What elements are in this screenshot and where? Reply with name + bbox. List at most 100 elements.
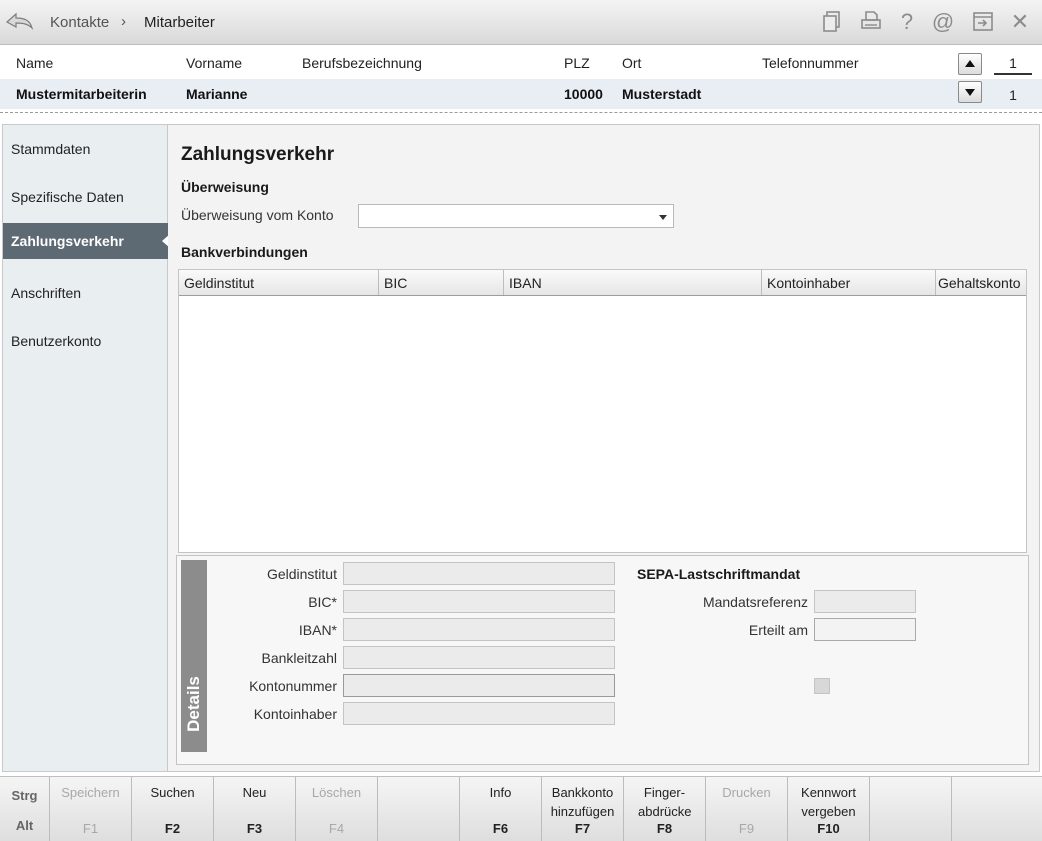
person-header: Name Vorname Berufsbezeichnung PLZ Ort T…	[0, 45, 1042, 113]
sidebar: Stammdaten Spezifische Daten Zahlungsver…	[2, 124, 170, 772]
bankleitzahl-field[interactable]	[343, 646, 615, 669]
column-header-geldinstitut[interactable]: Geldinstitut	[179, 270, 379, 295]
documents-icon[interactable]	[819, 9, 845, 35]
info-button[interactable]: Info F6	[460, 777, 542, 841]
sidebar-item-label: Stammdaten	[11, 141, 91, 157]
column-header-gehaltskonto[interactable]: Gehaltskonto	[936, 270, 1026, 295]
column-header-bic[interactable]: BIC	[379, 270, 504, 295]
table-header: Geldinstitut BIC IBAN Kontoinhaber Gehal…	[179, 270, 1026, 296]
empty-fkey-12	[952, 777, 1042, 841]
breadcrumb-mitarbeiter: Mitarbeiter	[144, 14, 215, 31]
column-berufsbezeichnung: Berufsbezeichnung	[302, 55, 422, 71]
speichern-button[interactable]: Speichern F1	[50, 777, 132, 841]
arrow-down-icon	[965, 89, 975, 96]
erteilt-am-field[interactable]	[814, 618, 916, 641]
fkey-shortcut: F9	[738, 821, 755, 836]
empty-fkey-5	[378, 777, 460, 841]
person-name: Mustermitarbeiterin	[16, 86, 147, 102]
person-vorname: Marianne	[186, 86, 248, 102]
main-panel: Zahlungsverkehr Überweisung Überweisung …	[168, 124, 1040, 772]
fkey-shortcut: F10	[817, 821, 840, 836]
export-icon[interactable]	[970, 9, 996, 35]
iban-field[interactable]	[343, 618, 615, 641]
fingerabdruecke-button[interactable]: Finger-abdrücke F8	[624, 777, 706, 841]
fkey-shortcut: F1	[82, 821, 99, 836]
sidebar-item-zahlungsverkehr[interactable]: Zahlungsverkehr	[3, 223, 170, 259]
details-tab-label: Details	[184, 676, 203, 732]
kontoinhaber-field[interactable]	[343, 702, 615, 725]
next-record-button[interactable]	[958, 81, 982, 103]
back-arrow-icon[interactable]	[4, 8, 34, 34]
column-header-kontoinhaber[interactable]: Kontoinhaber	[762, 270, 936, 295]
section-ueberweisung: Überweisung	[181, 179, 269, 195]
record-counter-top: 1	[994, 55, 1032, 75]
function-key-bar: Strg Alt Speichern F1 Suchen F2 Neu F3 L…	[0, 776, 1042, 841]
close-icon[interactable]: ✕	[1007, 9, 1033, 35]
fkey-label: Speichern	[61, 785, 120, 800]
person-row[interactable]: Mustermitarbeiterin Marianne 10000 Muste…	[0, 79, 1042, 109]
drucken-button[interactable]: Drucken F9	[706, 777, 788, 841]
column-telefonnummer: Telefonnummer	[762, 55, 859, 71]
kontonummer-field[interactable]	[343, 674, 615, 697]
modifier-strg: Strg	[11, 788, 38, 803]
person-plz: 10000	[564, 86, 603, 102]
fkey-label: Kennwort vergeben	[801, 785, 856, 819]
neu-button[interactable]: Neu F3	[214, 777, 296, 841]
page-title: Zahlungsverkehr	[181, 144, 335, 165]
sidebar-item-label: Anschriften	[11, 285, 82, 301]
modifier-keys: Strg Alt	[0, 777, 50, 841]
sepa-title: SEPA-Lastschriftmandat	[637, 566, 801, 582]
sidebar-item-label: Spezifische Daten	[11, 189, 124, 205]
mandatsreferenz-field[interactable]	[814, 590, 916, 613]
email-icon[interactable]: @	[930, 9, 956, 35]
sidebar-item-stammdaten[interactable]: Stammdaten	[3, 131, 169, 167]
erteilt-am-label: Erteilt am	[748, 622, 808, 638]
bankkonto-hinzufuegen-button[interactable]: Bankkonto hinzufügen F7	[542, 777, 624, 841]
help-icon[interactable]: ?	[894, 9, 920, 35]
bic-label: BIC*	[308, 594, 337, 610]
geldinstitut-label: Geldinstitut	[266, 566, 337, 582]
mandate-checkbox[interactable]	[814, 678, 830, 694]
bankleitzahl-label: Bankleitzahl	[261, 650, 338, 666]
fkey-label: Bankkonto hinzufügen	[550, 785, 615, 819]
transfer-account-label: Überweisung vom Konto	[181, 207, 334, 223]
person-ort: Musterstadt	[622, 86, 702, 102]
column-name: Name	[16, 55, 54, 71]
details-panel: Details Geldinstitut BIC* IBAN* Bankleit…	[176, 555, 1029, 765]
record-counter-bottom: 1	[1009, 87, 1017, 103]
column-vorname: Vorname	[186, 55, 243, 71]
sidebar-item-label: Zahlungsverkehr	[11, 233, 124, 249]
fkey-shortcut: F2	[164, 821, 181, 836]
bank-accounts-table[interactable]: Geldinstitut BIC IBAN Kontoinhaber Gehal…	[178, 269, 1027, 553]
bic-field[interactable]	[343, 590, 615, 613]
transfer-account-select[interactable]	[358, 204, 674, 228]
previous-record-button[interactable]	[958, 53, 982, 75]
sidebar-item-benutzerkonto[interactable]: Benutzerkonto	[3, 323, 169, 359]
column-plz: PLZ	[564, 55, 590, 71]
modifier-alt: Alt	[15, 818, 34, 833]
mandatsreferenz-label: Mandatsreferenz	[702, 594, 808, 610]
kontonummer-label: Kontonummer	[249, 678, 337, 694]
printer-icon[interactable]	[858, 9, 884, 35]
kennwort-vergeben-button[interactable]: Kennwort vergeben F10	[788, 777, 870, 841]
breadcrumb-kontakte[interactable]: Kontakte	[50, 14, 109, 31]
geldinstitut-field[interactable]	[343, 562, 615, 585]
column-ort: Ort	[622, 55, 642, 71]
arrow-up-icon	[965, 60, 975, 67]
chevron-down-icon	[659, 215, 667, 220]
sidebar-item-label: Benutzerkonto	[11, 333, 102, 349]
fkey-shortcut: F6	[492, 821, 509, 836]
fkey-label: Drucken	[722, 785, 771, 800]
suchen-button[interactable]: Suchen F2	[132, 777, 214, 841]
column-header-iban[interactable]: IBAN	[504, 270, 762, 295]
sidebar-item-spezifische-daten[interactable]: Spezifische Daten	[3, 179, 169, 215]
loeschen-button[interactable]: Löschen F4	[296, 777, 378, 841]
kontoinhaber-label: Kontoinhaber	[253, 706, 337, 722]
fkey-shortcut: F4	[328, 821, 345, 836]
fkey-shortcut: F8	[656, 821, 673, 836]
empty-fkey-11	[870, 777, 952, 841]
fkey-shortcut: F3	[246, 821, 263, 836]
sidebar-item-anschriften[interactable]: Anschriften	[3, 275, 169, 311]
fkey-label: Info	[489, 785, 512, 800]
fkey-label: Neu	[242, 785, 267, 800]
